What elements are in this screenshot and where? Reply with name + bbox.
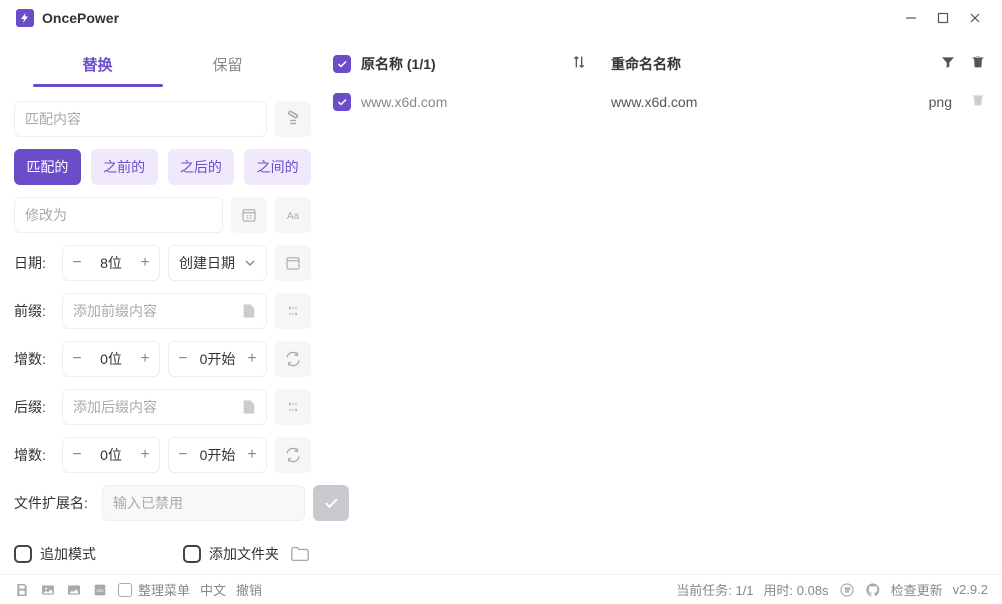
- cell-ext: png: [929, 94, 952, 110]
- github-icon[interactable]: [865, 582, 881, 598]
- suffix-input[interactable]: [62, 389, 267, 425]
- swap-icon[interactable]: [275, 293, 311, 329]
- mode-match[interactable]: 匹配的: [14, 149, 81, 185]
- status-task: 当前任务: 1/1: [676, 580, 753, 599]
- close-button[interactable]: [968, 11, 982, 25]
- date-digits-stepper[interactable]: − 8位 +: [62, 245, 160, 281]
- check-update-button[interactable]: 检查更新: [891, 580, 943, 599]
- row-delete-icon[interactable]: [970, 92, 986, 113]
- filter-icon[interactable]: [940, 54, 956, 75]
- date-type-select[interactable]: 创建日期: [168, 245, 267, 281]
- header-rename: 重命名名称: [611, 54, 926, 74]
- undo-button[interactable]: 撤销: [236, 580, 262, 599]
- add-folder-checkbox[interactable]: 添加文件夹: [183, 544, 279, 564]
- stepper-minus[interactable]: −: [63, 254, 91, 272]
- tab-replace[interactable]: 替换: [33, 44, 163, 87]
- inc2-start-stepper[interactable]: − 0开始 +: [168, 437, 267, 473]
- inc2-digits-stepper[interactable]: − 0位 +: [62, 437, 160, 473]
- cell-original: www.x6d.com: [361, 94, 611, 110]
- cycle-icon[interactable]: [275, 341, 311, 377]
- ext-input: [102, 485, 305, 521]
- titlebar: OncePower: [0, 0, 1002, 36]
- folder-icon: [289, 543, 311, 565]
- date-insert-icon[interactable]: 12: [231, 197, 267, 233]
- mode-after[interactable]: 之后的: [168, 149, 235, 185]
- calendar-icon[interactable]: [275, 245, 311, 281]
- status-time: 用时: 0.08s: [764, 580, 829, 599]
- statusbar: csv 整理菜单 中文 撤销 当前任务: 1/1 用时: 0.08s 检查更新 …: [0, 574, 1002, 604]
- inc-start-stepper[interactable]: − 0开始 +: [168, 341, 267, 377]
- cycle-icon[interactable]: [275, 437, 311, 473]
- cell-renamed: www.x6d.com: [611, 94, 929, 110]
- picture-icon[interactable]: [66, 582, 82, 598]
- svg-text:csv: csv: [97, 588, 105, 593]
- header-original[interactable]: 原名称 (1/1): [361, 54, 571, 74]
- mode-before[interactable]: 之前的: [91, 149, 158, 185]
- lang-button[interactable]: 中文: [200, 580, 226, 599]
- file-icon: [241, 303, 257, 319]
- file-list: 原名称 (1/1) 重命名名称 www.x6d.com www.x6d.com …: [325, 36, 1002, 574]
- app-title: OncePower: [42, 10, 119, 26]
- stepper-plus[interactable]: +: [131, 254, 159, 272]
- regex-icon[interactable]: [275, 101, 311, 137]
- image-icon[interactable]: [40, 582, 56, 598]
- csv-icon[interactable]: csv: [92, 582, 108, 598]
- svg-text:12: 12: [246, 215, 252, 221]
- inc-digits-stepper[interactable]: − 0位 +: [62, 341, 160, 377]
- maximize-button[interactable]: [936, 11, 950, 25]
- select-all-checkbox[interactable]: [333, 55, 351, 73]
- append-mode-checkbox[interactable]: 追加模式: [14, 544, 96, 564]
- svg-text:Aa: Aa: [287, 211, 300, 222]
- tab-keep[interactable]: 保留: [163, 44, 293, 87]
- date-label: 日期:: [14, 253, 54, 273]
- prefix-label: 前缀:: [14, 301, 54, 321]
- app-logo: [16, 9, 34, 27]
- swap-icon[interactable]: [275, 389, 311, 425]
- save-icon[interactable]: [14, 582, 30, 598]
- sort-icon[interactable]: [571, 54, 587, 75]
- organize-checkbox[interactable]: 整理菜单: [118, 580, 190, 599]
- modify-input[interactable]: [14, 197, 223, 233]
- version-label: v2.9.2: [953, 582, 988, 597]
- increment-label: 增数:: [14, 349, 54, 369]
- increment2-label: 增数:: [14, 445, 54, 465]
- mode-between[interactable]: 之间的: [244, 149, 311, 185]
- ext-label: 文件扩展名:: [14, 493, 94, 513]
- prefix-input[interactable]: [62, 293, 267, 329]
- minimize-button[interactable]: [904, 11, 918, 25]
- case-icon[interactable]: Aa: [275, 197, 311, 233]
- list-row[interactable]: www.x6d.com www.x6d.com png: [333, 84, 986, 120]
- gitee-icon[interactable]: [839, 582, 855, 598]
- match-input[interactable]: [14, 101, 267, 137]
- suffix-label: 后缀:: [14, 397, 54, 417]
- file-icon: [241, 399, 257, 415]
- sidebar: 替换 保留 匹配的 之前的 之后的 之间的 12 Aa 日期: − 8位 +: [0, 36, 325, 574]
- list-header: 原名称 (1/1) 重命名名称: [333, 44, 986, 84]
- delete-all-icon[interactable]: [970, 54, 986, 75]
- row-checkbox[interactable]: [333, 93, 351, 111]
